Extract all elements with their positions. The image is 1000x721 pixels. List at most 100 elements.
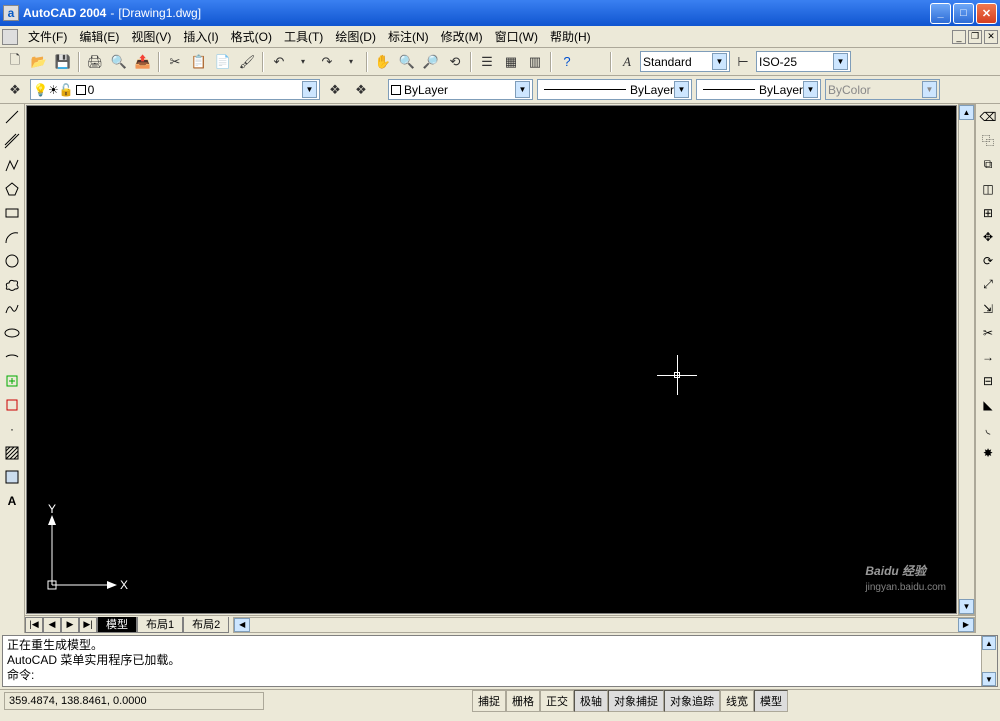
rotate-icon[interactable]: ⟳ — [978, 250, 999, 271]
copy-object-icon[interactable]: ⿻ — [978, 130, 999, 151]
spline-icon[interactable] — [2, 298, 23, 319]
menu-tools[interactable]: 工具(T) — [278, 26, 329, 47]
maximize-button[interactable]: □ — [953, 3, 974, 24]
cut-icon[interactable]: ✂ — [164, 51, 186, 73]
save-icon[interactable]: 💾 — [52, 51, 74, 73]
menu-modify[interactable]: 修改(M) — [435, 26, 489, 47]
insert-block-icon[interactable] — [2, 370, 23, 391]
point-icon[interactable]: · — [2, 418, 23, 439]
redo-icon[interactable]: ↷ — [316, 51, 338, 73]
polar-button[interactable]: 极轴 — [574, 690, 608, 712]
chevron-down-icon[interactable]: ▼ — [515, 81, 530, 98]
menu-window[interactable]: 窗口(W) — [489, 26, 544, 47]
tab-last-button[interactable]: ▶| — [79, 617, 97, 633]
menu-draw[interactable]: 绘图(D) — [329, 26, 382, 47]
menu-help[interactable]: 帮助(H) — [544, 26, 597, 47]
tab-next-button[interactable]: ▶ — [61, 617, 79, 633]
properties-icon[interactable]: ☰ — [476, 51, 498, 73]
zoom-window-icon[interactable]: 🔎 — [420, 51, 442, 73]
chevron-down-icon[interactable]: ▼ — [674, 81, 689, 98]
array-icon[interactable]: ⊞ — [978, 202, 999, 223]
tab-layout2[interactable]: 布局2 — [183, 617, 229, 633]
help-icon[interactable]: ? — [556, 51, 578, 73]
scroll-up-icon[interactable]: ▲ — [959, 105, 974, 120]
scroll-right-icon[interactable]: ▶ — [958, 618, 974, 632]
layer-states-icon[interactable]: ❖ — [350, 79, 372, 101]
osnap-button[interactable]: 对象捕捉 — [608, 690, 664, 712]
revcloud-icon[interactable] — [2, 274, 23, 295]
chevron-down-icon[interactable]: ▼ — [302, 81, 317, 98]
mirror-icon[interactable]: ⧉ — [978, 154, 999, 175]
scroll-left-icon[interactable]: ◀ — [234, 618, 250, 632]
match-properties-icon[interactable]: 🖌 — [236, 51, 258, 73]
paste-icon[interactable]: 📄 — [212, 51, 234, 73]
dim-style-icon[interactable]: ⊢ — [732, 51, 754, 73]
mdi-icon[interactable] — [2, 29, 18, 45]
erase-icon[interactable]: ⌫ — [978, 106, 999, 127]
tab-model[interactable]: 模型 — [97, 617, 137, 633]
make-block-icon[interactable] — [2, 394, 23, 415]
horizontal-scrollbar[interactable]: ◀ ▶ — [233, 617, 975, 633]
mdi-restore-button[interactable]: ❐ — [968, 30, 982, 44]
break-icon[interactable]: ⊟ — [978, 370, 999, 391]
undo-dropdown-icon[interactable]: ▾ — [292, 51, 314, 73]
offset-icon[interactable]: ◫ — [978, 178, 999, 199]
menu-format[interactable]: 格式(O) — [225, 26, 278, 47]
chevron-down-icon[interactable]: ▼ — [803, 81, 818, 98]
explode-icon[interactable]: ✸ — [978, 442, 999, 463]
mdi-close-button[interactable]: ✕ — [984, 30, 998, 44]
arc-icon[interactable] — [2, 226, 23, 247]
drawing-canvas[interactable]: Y X Baidu 经验 jingyan.baidu.com — [26, 105, 957, 614]
mtext-icon[interactable]: A — [2, 490, 23, 511]
extend-icon[interactable]: → — [978, 346, 999, 367]
menu-file[interactable]: 文件(F) — [22, 26, 73, 47]
pan-realtime-icon[interactable]: ✋ — [372, 51, 394, 73]
command-scrollbar[interactable]: ▲▼ — [981, 636, 997, 686]
undo-icon[interactable]: ↶ — [268, 51, 290, 73]
text-style-icon[interactable]: A — [616, 51, 638, 73]
fillet-icon[interactable]: ◟ — [978, 418, 999, 439]
command-prompt[interactable]: 命令: — [7, 668, 993, 683]
layer-previous-icon[interactable]: ❖ — [324, 79, 346, 101]
ortho-button[interactable]: 正交 — [540, 690, 574, 712]
ellipse-arc-icon[interactable] — [2, 346, 23, 367]
lwt-button[interactable]: 线宽 — [720, 690, 754, 712]
chamfer-icon[interactable]: ◣ — [978, 394, 999, 415]
tab-prev-button[interactable]: ◀ — [43, 617, 61, 633]
model-button[interactable]: 模型 — [754, 690, 788, 712]
zoom-previous-icon[interactable]: ⟲ — [444, 51, 466, 73]
trim-icon[interactable]: ✂ — [978, 322, 999, 343]
design-center-icon[interactable]: ▦ — [500, 51, 522, 73]
tab-first-button[interactable]: |◀ — [25, 617, 43, 633]
zoom-realtime-icon[interactable]: 🔍 — [396, 51, 418, 73]
circle-icon[interactable] — [2, 250, 23, 271]
scroll-down-icon[interactable]: ▼ — [959, 599, 974, 614]
color-combo[interactable]: ByLayer▼ — [388, 79, 533, 100]
line-icon[interactable] — [2, 106, 23, 127]
text-style-combo[interactable]: Standard▼ — [640, 51, 730, 72]
linetype-combo[interactable]: ByLayer▼ — [537, 79, 692, 100]
menu-insert[interactable]: 插入(I) — [177, 26, 224, 47]
scale-icon[interactable]: ⤢ — [978, 274, 999, 295]
otrack-button[interactable]: 对象追踪 — [664, 690, 720, 712]
menu-view[interactable]: 视图(V) — [125, 26, 177, 47]
new-icon[interactable]: 🗋 — [4, 51, 26, 73]
hatch-icon[interactable] — [2, 442, 23, 463]
coordinates-display[interactable]: 359.4874, 138.8461, 0.0000 — [4, 692, 264, 710]
layer-manager-icon[interactable]: ❖ — [4, 79, 26, 101]
print-preview-icon[interactable]: 🔍 — [108, 51, 130, 73]
stretch-icon[interactable]: ⇲ — [978, 298, 999, 319]
menu-dimension[interactable]: 标注(N) — [382, 26, 435, 47]
print-icon[interactable]: 🖨 — [84, 51, 106, 73]
dim-style-combo[interactable]: ISO-25▼ — [756, 51, 851, 72]
minimize-button[interactable]: _ — [930, 3, 951, 24]
open-icon[interactable]: 📂 — [28, 51, 50, 73]
lineweight-combo[interactable]: ByLayer▼ — [696, 79, 821, 100]
copy-icon[interactable]: 📋 — [188, 51, 210, 73]
publish-icon[interactable]: 📤 — [132, 51, 154, 73]
rectangle-icon[interactable] — [2, 202, 23, 223]
command-window[interactable]: 正在重生成模型。 AutoCAD 菜单实用程序已加载。 命令: ▲▼ — [2, 635, 998, 687]
layer-combo[interactable]: 💡 ☀ 🔓 0 ▼ — [30, 79, 320, 100]
tab-layout1[interactable]: 布局1 — [137, 617, 183, 633]
xline-icon[interactable] — [2, 130, 23, 151]
